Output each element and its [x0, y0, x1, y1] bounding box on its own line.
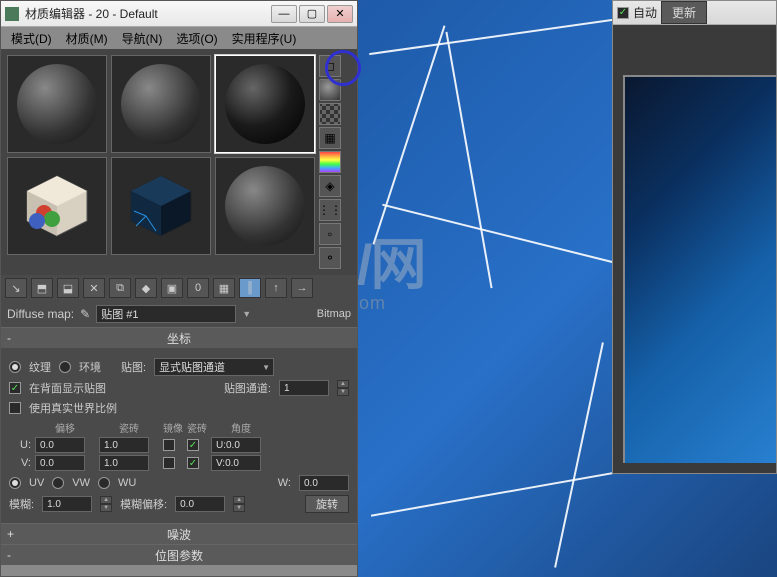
- show-end-result-icon[interactable]: ║: [239, 278, 261, 298]
- u-angle-spinner[interactable]: U:0.0: [211, 437, 261, 453]
- make-preview-icon[interactable]: ◈: [319, 175, 341, 197]
- noise-header[interactable]: +噪波: [1, 524, 357, 544]
- show-in-viewport-icon[interactable]: ▦: [213, 278, 235, 298]
- video-color-icon[interactable]: [319, 151, 341, 173]
- u-offset-spinner[interactable]: 0.0: [35, 437, 85, 453]
- make-unique-icon[interactable]: ◆: [135, 278, 157, 298]
- blur-spinner[interactable]: 1.0: [42, 496, 92, 512]
- sample-slot-3[interactable]: [215, 55, 315, 153]
- reset-map-icon[interactable]: ✕: [83, 278, 105, 298]
- u-mirror-check[interactable]: [163, 439, 175, 451]
- menu-nav[interactable]: 导航(N): [116, 28, 169, 49]
- get-material-icon[interactable]: ↘: [5, 278, 27, 298]
- menu-options[interactable]: 选项(O): [170, 28, 223, 49]
- noise-rollout: +噪波: [1, 523, 357, 544]
- sample-uv-icon[interactable]: ▦: [319, 127, 341, 149]
- u-tile-check[interactable]: [187, 439, 199, 451]
- auto-check[interactable]: [617, 7, 629, 19]
- map-name-input[interactable]: [96, 305, 236, 323]
- sample-slot-2[interactable]: [111, 55, 211, 153]
- make-copy-icon[interactable]: ⧉: [109, 278, 131, 298]
- preview-titlebar[interactable]: 自动 更新: [613, 1, 776, 25]
- map-channel-spinner[interactable]: 1: [279, 380, 329, 396]
- v-offset-spinner[interactable]: 0.0: [35, 455, 85, 471]
- app-icon: [5, 7, 19, 21]
- go-forward-icon[interactable]: →: [291, 278, 313, 298]
- uv-radio[interactable]: [9, 477, 21, 489]
- bitmap-params-header[interactable]: -位图参数: [1, 545, 357, 565]
- sample-slot-1[interactable]: [7, 55, 107, 153]
- preview-image: [623, 75, 776, 463]
- maximize-button[interactable]: ▢: [299, 5, 325, 23]
- texture-radio[interactable]: [9, 361, 21, 373]
- wu-radio[interactable]: [98, 477, 110, 489]
- sample-slot-6[interactable]: [215, 157, 315, 255]
- bitmap-params-rollout: -位图参数: [1, 544, 357, 565]
- v-tile-check[interactable]: [187, 457, 199, 469]
- eyedropper-icon[interactable]: ✎: [80, 307, 90, 321]
- annotation-circle: [325, 50, 361, 86]
- coordinates-header[interactable]: -坐标: [1, 328, 357, 348]
- mapping-dropdown[interactable]: 显式贴图通道: [154, 358, 274, 376]
- side-tool-column: ◻ ▦ ◈ ⋮⋮ ▫ ⚬: [319, 55, 345, 269]
- preview-window: 自动 更新: [612, 0, 777, 474]
- material-id-icon[interactable]: 0: [187, 278, 209, 298]
- vw-radio[interactable]: [52, 477, 64, 489]
- update-button[interactable]: 更新: [661, 1, 707, 24]
- close-button[interactable]: ✕: [327, 5, 353, 23]
- w-angle-spinner[interactable]: 0.0: [299, 475, 349, 491]
- preview-area: [613, 25, 776, 473]
- show-backface-check[interactable]: [9, 382, 21, 394]
- sample-slots-area: ◻ ▦ ◈ ⋮⋮ ▫ ⚬: [1, 49, 357, 275]
- menu-mode[interactable]: 模式(D): [5, 28, 58, 49]
- assign-to-selection-icon[interactable]: ⬓: [57, 278, 79, 298]
- map-type-button[interactable]: Bitmap: [317, 308, 351, 320]
- blur-offset-spinner[interactable]: 0.0: [175, 496, 225, 512]
- go-to-parent-icon[interactable]: ↑: [265, 278, 287, 298]
- diffuse-map-label: Diffuse map:: [7, 307, 74, 321]
- menu-material[interactable]: 材质(M): [60, 28, 114, 49]
- map-name-row: Diffuse map: ✎ ▼ Bitmap: [1, 301, 357, 327]
- u-tiling-spinner[interactable]: 1.0: [99, 437, 149, 453]
- put-to-scene-icon[interactable]: ⬒: [31, 278, 53, 298]
- realworld-check[interactable]: [9, 402, 21, 414]
- v-tiling-spinner[interactable]: 1.0: [99, 455, 149, 471]
- sample-slot-4[interactable]: [7, 157, 107, 255]
- background-icon[interactable]: [319, 103, 341, 125]
- minimize-button[interactable]: —: [271, 5, 297, 23]
- rotate-button[interactable]: 旋转: [305, 495, 349, 513]
- select-by-material-icon[interactable]: ▫: [319, 223, 341, 245]
- v-mirror-check[interactable]: [163, 457, 175, 469]
- spin-up[interactable]: ▲: [337, 380, 349, 388]
- window-title: 材质编辑器 - 20 - Default: [25, 5, 271, 22]
- material-map-nav-icon[interactable]: ⚬: [319, 247, 341, 269]
- put-to-library-icon[interactable]: ▣: [161, 278, 183, 298]
- environ-radio[interactable]: [59, 361, 71, 373]
- coordinates-rollout: -坐标 纹理 环境 贴图: 显式贴图通道 在背面显示贴图 贴图通道: 1 ▲▼ …: [1, 327, 357, 523]
- menubar: 模式(D) 材质(M) 导航(N) 选项(O) 实用程序(U): [1, 27, 357, 49]
- spin-down[interactable]: ▼: [337, 388, 349, 396]
- material-editor-window: 材质编辑器 - 20 - Default — ▢ ✕ 模式(D) 材质(M) 导…: [0, 0, 358, 577]
- v-angle-spinner[interactable]: V:0.0: [211, 455, 261, 471]
- menu-util[interactable]: 实用程序(U): [226, 28, 303, 49]
- options-icon[interactable]: ⋮⋮: [319, 199, 341, 221]
- sample-slot-5[interactable]: [111, 157, 211, 255]
- material-toolbar: ↘ ⬒ ⬓ ✕ ⧉ ◆ ▣ 0 ▦ ║ ↑ →: [1, 275, 357, 301]
- titlebar[interactable]: 材质编辑器 - 20 - Default — ▢ ✕: [1, 1, 357, 27]
